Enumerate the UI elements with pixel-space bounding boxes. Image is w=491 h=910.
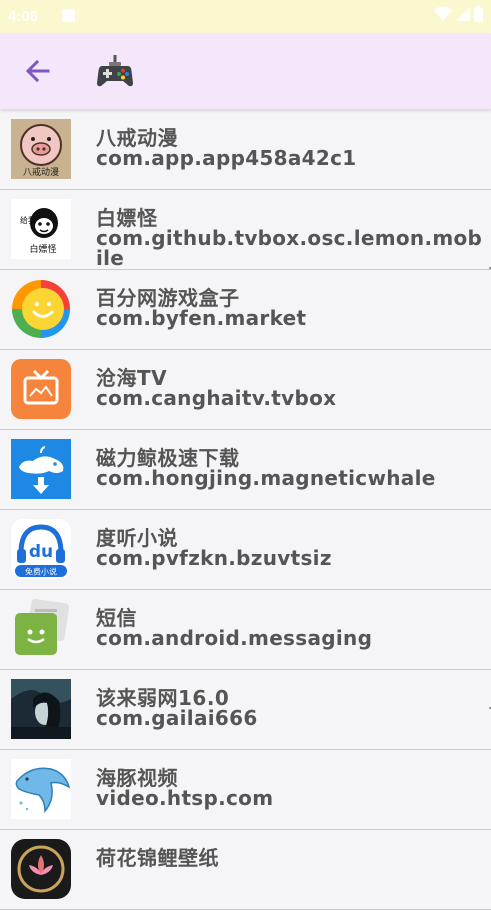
list-item-byfen[interactable]: 百分网游戏盒子 com.byfen.market <box>0 270 491 350</box>
app-list: 八戒动漫 八戒动漫 com.app.app458a42c1 给我 白嫖怪 白嫖怪… <box>0 110 491 910</box>
dushu-icon-text: du <box>29 542 53 562</box>
list-item-dushu[interactable]: du 免费小说 度听小说 com.pvfzkn.bzuvtsiz <box>0 510 491 590</box>
baipiao-icon-text-top: 给我 <box>20 215 36 225</box>
list-item-lotus[interactable]: 荷花锦鲤壁纸 <box>0 830 491 910</box>
byfen-app-icon <box>12 280 70 338</box>
list-item-bajie[interactable]: 八戒动漫 八戒动漫 com.app.app458a42c1 <box>0 110 491 190</box>
whale-app-icon <box>11 439 71 499</box>
baipiao-app-icon: 给我 白嫖怪 <box>11 199 71 259</box>
lotus-app-icon <box>11 839 71 899</box>
app-package: com.gailai666 <box>96 706 258 730</box>
app-package: com.android.messaging <box>96 626 373 650</box>
list-item-whale[interactable]: 磁力鲸极速下载 com.hongjing.magneticwhale <box>0 430 491 510</box>
tv-app-icon <box>11 359 71 419</box>
bajie-icon-text: 八戒动漫 <box>23 166 59 178</box>
list-item-baipiao[interactable]: 给我 白嫖怪 白嫖怪 com.github.tvbox.osc.lemon.mo… <box>0 190 491 270</box>
notification-icon <box>62 9 75 22</box>
headphones-app-icon: du 免费小说 <box>11 519 71 579</box>
wifi-icon <box>434 6 452 21</box>
app-package: com.github.tvbox.osc.lemon.mobile <box>96 226 483 270</box>
list-item-messaging[interactable]: 短信 com.android.messaging <box>0 590 491 670</box>
app-package: video.htsp.com <box>96 786 274 810</box>
list-item-dolphin[interactable]: 海豚视频 video.htsp.com <box>0 750 491 830</box>
bajie-app-icon: 八戒动漫 <box>11 119 71 179</box>
app-name: 荷花锦鲤壁纸 <box>96 846 219 870</box>
dolphin-app-icon <box>11 759 71 819</box>
app-bar <box>0 33 491 109</box>
gailai-app-icon <box>11 679 71 739</box>
app-package: com.canghaitv.tvbox <box>96 386 337 410</box>
status-time: 4:06 <box>8 8 39 25</box>
app-package: com.byfen.market <box>96 306 307 330</box>
arrow-back-icon <box>25 59 50 83</box>
app-package: com.app.app458a42c1 <box>96 146 357 170</box>
dushu-icon-subtext: 免费小说 <box>25 567 57 577</box>
app-package: com.hongjing.magneticwhale <box>96 466 436 490</box>
messaging-app-icon <box>15 599 69 655</box>
gamepad-icon <box>97 55 133 87</box>
baipiao-icon-text-bottom: 白嫖怪 <box>29 243 56 255</box>
status-icons <box>434 6 483 22</box>
back-button[interactable] <box>22 55 54 87</box>
list-item-canghai[interactable]: 沧海TV com.canghaitv.tvbox <box>0 350 491 430</box>
battery-icon <box>474 6 483 22</box>
app-package: com.pvfzkn.bzuvtsiz <box>96 546 332 570</box>
signal-icon <box>456 7 470 21</box>
status-bar: 4:06 <box>0 0 491 33</box>
list-item-gailai[interactable]: 该来弱网16.0 com.gailai666 <box>0 670 491 750</box>
